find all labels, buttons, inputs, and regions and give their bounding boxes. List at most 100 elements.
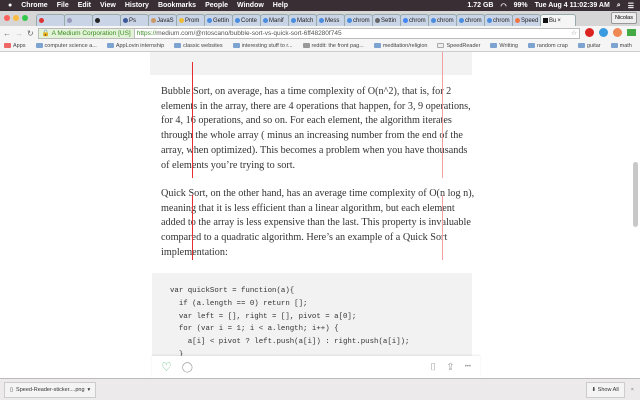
- spotlight-icon[interactable]: ⌕: [617, 2, 621, 10]
- tab[interactable]: chrom: [484, 14, 513, 26]
- menu-history[interactable]: History: [125, 2, 149, 9]
- tab-active-medium[interactable]: Bu ×: [540, 14, 576, 26]
- paragraph-quick-sort: Quick Sort, on the other hand, has an av…: [161, 188, 475, 258]
- chevron-down-icon[interactable]: ▾: [88, 387, 91, 393]
- menu-bookmarks[interactable]: Bookmarks: [158, 2, 196, 9]
- forward-button[interactable]: →: [15, 29, 23, 38]
- menu-chrome[interactable]: Chrome: [21, 2, 47, 9]
- tab[interactable]: Settin: [372, 14, 401, 26]
- menu-window[interactable]: Window: [237, 2, 264, 9]
- apple-icon[interactable]: ●: [8, 2, 12, 9]
- star-icon[interactable]: ☆: [571, 29, 579, 37]
- bookmark-folder[interactable]: random crap: [527, 43, 568, 49]
- tab[interactable]: Mess: [316, 14, 345, 26]
- profile-button[interactable]: Nicolas: [610, 12, 637, 24]
- bookmark-folder[interactable]: computer science a...: [35, 43, 97, 49]
- bookmark-icon[interactable]: ⌷: [430, 362, 436, 373]
- menu-edit[interactable]: Edit: [78, 2, 91, 9]
- folder-icon: [527, 43, 535, 48]
- notification-icon[interactable]: ☰: [628, 2, 634, 10]
- share-icon[interactable]: ⇪: [446, 362, 454, 373]
- clock[interactable]: Tue Aug 4 11:02:39 AM: [535, 2, 610, 10]
- folder-icon: [174, 43, 182, 48]
- gmail-icon: [39, 18, 44, 23]
- article-action-bar: ♡ ◯ ⌷ ⇪ •••: [152, 356, 480, 378]
- download-item[interactable]: ▯ Speed-Reader-sticker....png ▾: [4, 381, 97, 398]
- chrome-icon: [263, 18, 268, 23]
- folder-icon: [610, 43, 618, 48]
- close-tab-icon[interactable]: ×: [557, 18, 561, 24]
- mac-menu-bar: ● Chrome File Edit View History Bookmark…: [0, 0, 640, 11]
- address-bar[interactable]: 🔒 A Medium Corporation [US] https://medi…: [37, 27, 580, 39]
- menu-view[interactable]: View: [100, 2, 116, 9]
- tab[interactable]: Ps: [120, 14, 149, 26]
- menu-help[interactable]: Help: [273, 2, 288, 9]
- tab[interactable]: chrom: [456, 14, 485, 26]
- tab-github[interactable]: [92, 14, 121, 26]
- window-controls: [4, 15, 28, 21]
- bookmark-apps[interactable]: Apps: [4, 43, 26, 49]
- menu-icon[interactable]: [627, 29, 636, 36]
- close-window-button[interactable]: [4, 15, 10, 21]
- bookmark-reddit[interactable]: reddit: the front pag...: [302, 43, 364, 49]
- chrome-icon: [459, 18, 464, 23]
- show-all-button[interactable]: ⬇ Show All: [585, 381, 625, 398]
- bookmark-folder[interactable]: classic websites: [174, 43, 223, 49]
- tab[interactable]: chrom: [428, 14, 457, 26]
- tab-icon: [67, 18, 72, 23]
- chrome-icon: [235, 18, 240, 23]
- close-shelf-icon[interactable]: ×: [631, 387, 634, 393]
- tab[interactable]: chrom: [400, 14, 429, 26]
- comment-icon[interactable]: ◯: [182, 362, 193, 373]
- extension-icon[interactable]: [599, 28, 608, 37]
- bookmark-folder[interactable]: Writting: [490, 43, 518, 49]
- chrome-icon: [207, 18, 212, 23]
- menu-people[interactable]: People: [205, 2, 228, 9]
- url-scheme: https://: [136, 29, 157, 37]
- folder-icon: [35, 43, 43, 48]
- minimize-window-button[interactable]: [13, 15, 19, 21]
- apps-icon: [4, 43, 11, 48]
- tab-gmail[interactable]: [36, 14, 65, 26]
- tab[interactable]: Manif: [260, 14, 289, 26]
- folder-icon: [490, 43, 498, 48]
- chrome-icon: [319, 18, 324, 23]
- reload-button[interactable]: ↻: [27, 29, 34, 38]
- menu-file[interactable]: File: [57, 2, 69, 9]
- bookmark-folder[interactable]: AppLovin internship: [106, 43, 164, 49]
- back-button[interactable]: ←: [3, 29, 11, 38]
- previous-code-block: [150, 52, 472, 75]
- tab[interactable]: Conte: [232, 14, 261, 26]
- tab[interactable]: chrom: [344, 14, 373, 26]
- bookmark-folder[interactable]: guitar: [577, 43, 601, 49]
- wifi-icon[interactable]: ◠: [500, 2, 506, 10]
- reddit-icon: [302, 43, 310, 48]
- tab[interactable]: Speed: [512, 14, 541, 26]
- bookmarks-bar: Apps computer science a... AppLovin inte…: [0, 40, 640, 52]
- extensions: [585, 28, 636, 37]
- tab[interactable]: Prom: [176, 14, 205, 26]
- google-icon: [403, 18, 408, 23]
- bookmark-speedreader[interactable]: SpeedReader: [437, 43, 480, 49]
- url-text: medium.com/@ntoscano/bubble-sort-vs-quic…: [156, 29, 342, 37]
- adblock-icon[interactable]: [585, 28, 594, 37]
- memory-status[interactable]: 1.72 GB: [467, 2, 493, 10]
- tab[interactable]: [64, 14, 93, 26]
- extension-icon[interactable]: [613, 28, 622, 37]
- speedreader-guide-line: [442, 195, 443, 260]
- scrollbar[interactable]: [633, 162, 638, 227]
- ev-certificate[interactable]: 🔒 A Medium Corporation [US]: [38, 28, 135, 38]
- folder-icon: [577, 43, 585, 48]
- tab[interactable]: Match: [288, 14, 317, 26]
- battery-status[interactable]: 99%: [514, 2, 528, 10]
- bookmark-folder[interactable]: interesting stuff to r...: [232, 43, 293, 49]
- bookmark-folder[interactable]: math: [610, 43, 632, 49]
- tab[interactable]: JavaS: [148, 14, 177, 26]
- heart-icon[interactable]: ♡: [161, 360, 172, 374]
- tab[interactable]: Gettin: [204, 14, 233, 26]
- chrome-icon: [431, 18, 436, 23]
- speedreader-guide-line: [192, 195, 193, 260]
- zoom-window-button[interactable]: [22, 15, 28, 21]
- bookmark-folder[interactable]: meditation/religion: [373, 43, 427, 49]
- more-icon[interactable]: •••: [465, 364, 471, 370]
